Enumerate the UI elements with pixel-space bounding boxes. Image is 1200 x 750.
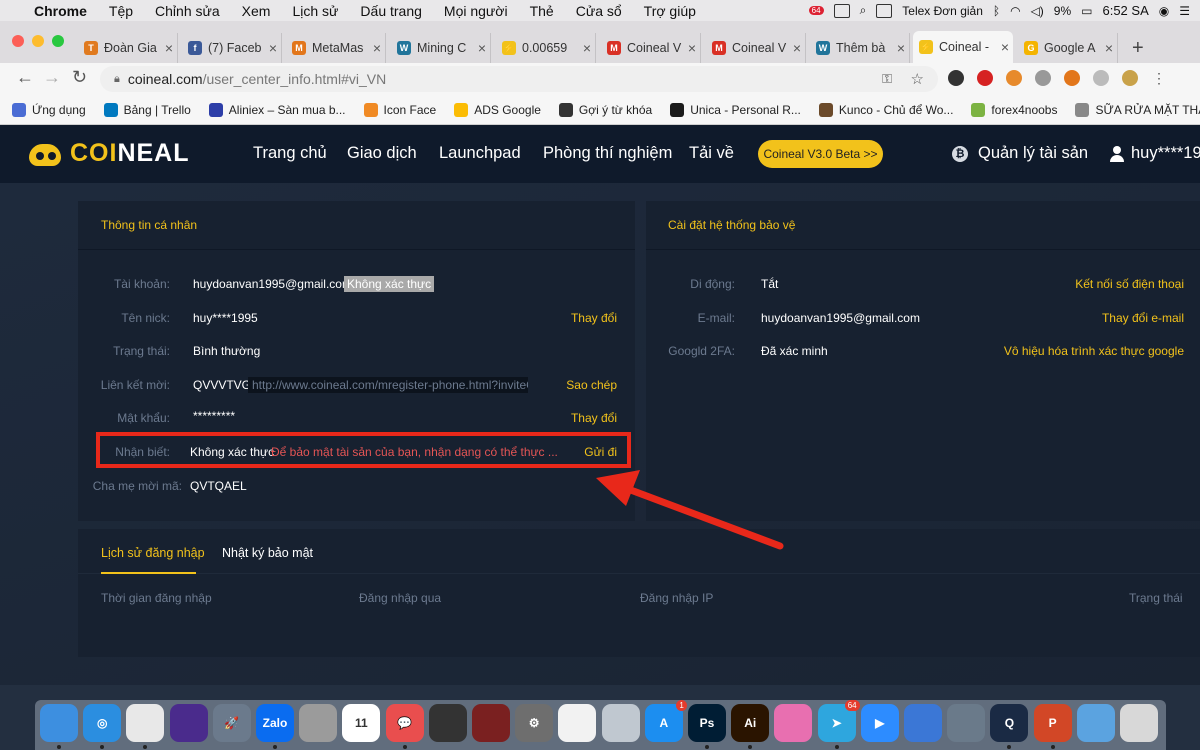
dock-running-indicator bbox=[402, 745, 407, 749]
dock-running-indicator bbox=[705, 745, 709, 749]
system-preferences-icon[interactable]: ⚙ bbox=[515, 704, 554, 742]
sketch-icon[interactable] bbox=[558, 704, 597, 742]
dock-running-indicator bbox=[273, 745, 277, 749]
calendar-icon[interactable]: 11 bbox=[342, 704, 381, 742]
screenshot-icon[interactable] bbox=[947, 704, 986, 742]
preview-icon[interactable] bbox=[601, 704, 640, 742]
dock-badge: 1 bbox=[676, 700, 687, 711]
dock-running-indicator bbox=[834, 745, 839, 749]
dock-running-indicator bbox=[100, 745, 105, 749]
powerpoint-icon[interactable]: P bbox=[1033, 704, 1072, 742]
zoom-icon[interactable]: ▶ bbox=[860, 704, 899, 742]
finder-icon[interactable] bbox=[40, 704, 78, 742]
quicktime-icon[interactable]: Q bbox=[990, 704, 1029, 742]
photoshop-icon[interactable]: Ps bbox=[688, 704, 726, 742]
macos-dock: ◎ 🚀 Zalo 11 💬 ⚙ A 1 Ps Ai ➤ 64 ▶ Q P bbox=[35, 700, 1166, 750]
calculator-icon[interactable] bbox=[299, 704, 338, 742]
downloads-folder-icon[interactable] bbox=[1076, 704, 1115, 742]
dock-running-indicator bbox=[1007, 745, 1012, 749]
trash-icon[interactable] bbox=[1120, 704, 1158, 742]
folder-pink-icon[interactable] bbox=[774, 704, 813, 742]
safari-icon[interactable]: ◎ bbox=[83, 704, 122, 742]
photo-booth-icon[interactable] bbox=[472, 704, 510, 742]
chrome-icon[interactable] bbox=[126, 704, 165, 742]
app-store-icon[interactable]: A1 bbox=[644, 700, 687, 742]
dock-badge: 64 bbox=[844, 700, 860, 711]
zalo-icon[interactable]: Zalo bbox=[256, 704, 294, 742]
telegram-icon[interactable]: ➤ 64 bbox=[817, 700, 860, 742]
launchpad-icon[interactable]: 🚀 bbox=[212, 704, 251, 742]
dock-running-indicator bbox=[143, 745, 148, 749]
xcode-icon[interactable] bbox=[904, 704, 942, 742]
messenger-icon[interactable]: 💬 bbox=[385, 704, 424, 742]
dock-running-indicator bbox=[57, 745, 61, 749]
annotation-arrow bbox=[596, 470, 784, 550]
dock-running-indicator bbox=[1050, 745, 1055, 749]
illustrator-icon[interactable]: Ai bbox=[731, 704, 770, 742]
siri-icon[interactable] bbox=[169, 704, 208, 742]
dock-area: ◎ 🚀 Zalo 11 💬 ⚙ A 1 Ps Ai ➤ 64 ▶ Q P bbox=[0, 685, 1200, 750]
dock-running-indicator bbox=[748, 745, 753, 749]
activity-monitor-icon[interactable] bbox=[428, 704, 467, 742]
